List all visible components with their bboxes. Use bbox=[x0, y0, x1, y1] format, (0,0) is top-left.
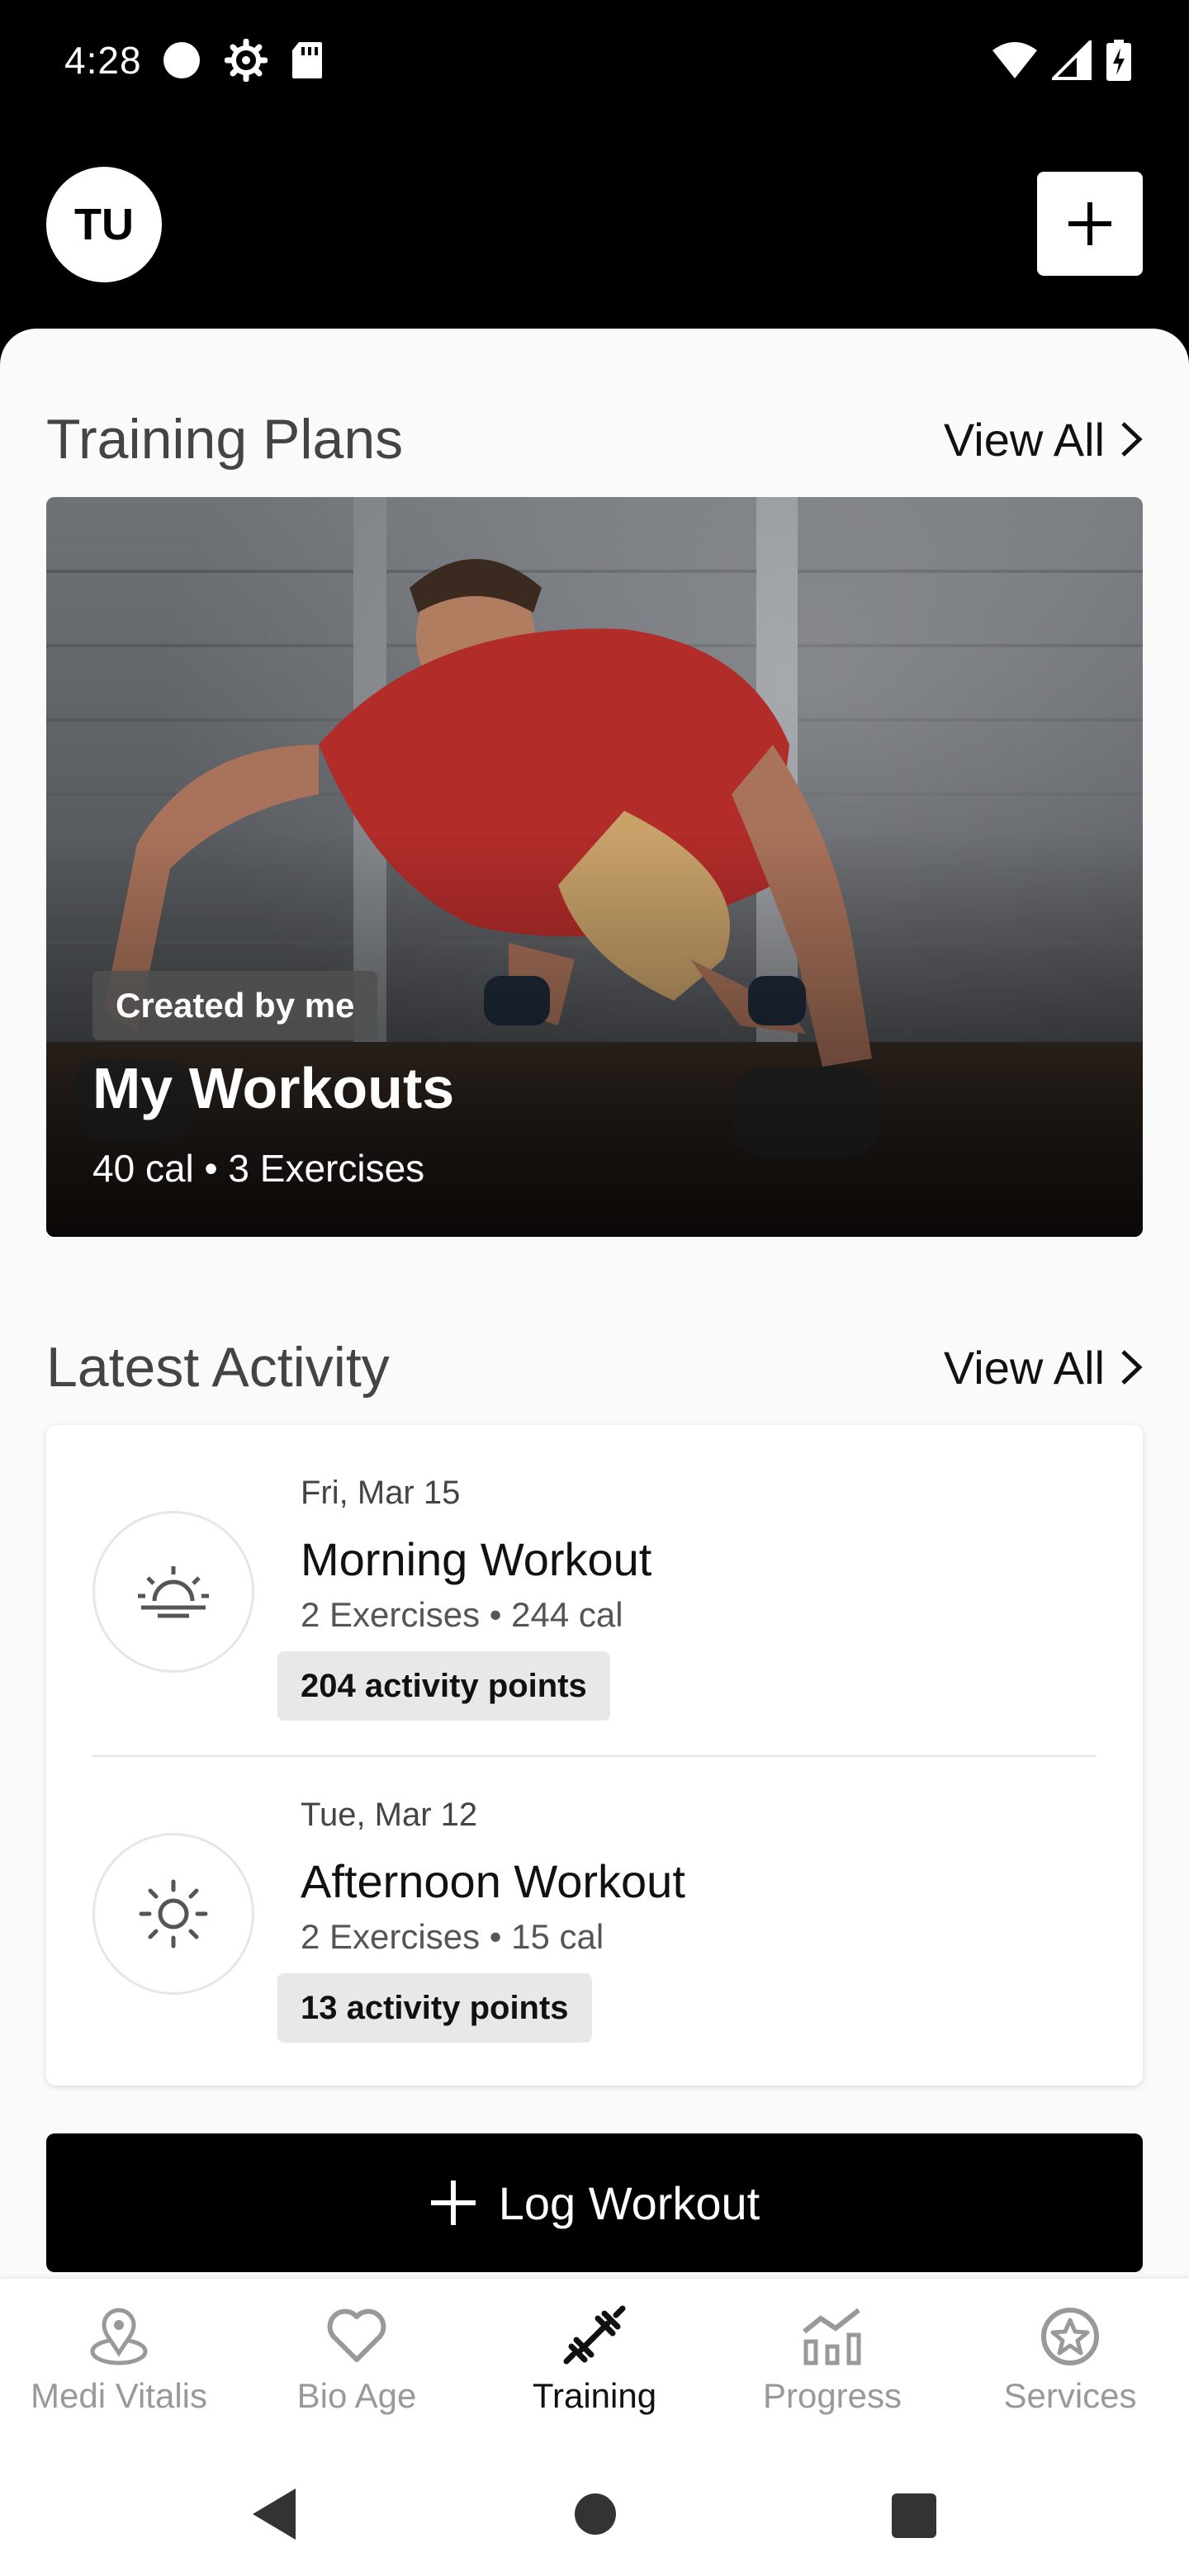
status-notification-icons bbox=[162, 38, 324, 83]
bottom-navigation: Medi Vitalis Bio Age Training Progress S… bbox=[0, 2279, 1189, 2444]
add-button[interactable] bbox=[1037, 172, 1143, 276]
log-workout-label: Log Workout bbox=[498, 2176, 760, 2229]
home-icon[interactable] bbox=[575, 2493, 616, 2535]
battery-charging-icon bbox=[1106, 40, 1131, 81]
status-time: 4:28 bbox=[64, 39, 142, 82]
nav-label: Training bbox=[532, 2376, 657, 2415]
sunrise-icon bbox=[92, 1511, 254, 1673]
activity-points-badge: 13 activity points bbox=[277, 1973, 592, 2043]
plan-tag: Created by me bbox=[92, 971, 378, 1040]
nav-label: Medi Vitalis bbox=[31, 2376, 207, 2415]
plan-meta: 40 cal • 3 Exercises bbox=[92, 1147, 425, 1190]
sd-card-icon bbox=[292, 42, 322, 78]
activity-title: Afternoon Workout bbox=[301, 1855, 685, 1907]
status-bar: 4:28 bbox=[0, 0, 1189, 124]
log-workout-button[interactable]: Log Workout bbox=[46, 2133, 1143, 2272]
nav-item-bio-age[interactable]: Bio Age bbox=[238, 2279, 476, 2444]
workout-photo bbox=[46, 497, 1143, 1237]
avatar[interactable]: TU bbox=[46, 167, 162, 282]
section-title: Training Plans bbox=[46, 408, 404, 471]
nav-item-services[interactable]: Services bbox=[951, 2279, 1189, 2444]
nav-item-medi-vitalis[interactable]: Medi Vitalis bbox=[0, 2279, 238, 2444]
status-system-icons bbox=[991, 38, 1131, 83]
activity-item[interactable]: Fri, Mar 15 Morning Workout 2 Exercises … bbox=[46, 1425, 1143, 1747]
recents-icon[interactable] bbox=[892, 2493, 936, 2538]
system-navigation-bar bbox=[0, 2444, 1189, 2576]
content-sheet: Training Plans View All Created by me My… bbox=[0, 329, 1189, 2279]
latest-activity-header: Latest Activity View All bbox=[46, 1334, 1143, 1400]
signal-icon bbox=[1052, 40, 1092, 80]
settings-gear-icon bbox=[225, 39, 268, 82]
nav-item-progress[interactable]: Progress bbox=[713, 2279, 951, 2444]
chevron-right-icon bbox=[1121, 422, 1143, 457]
heart-icon bbox=[327, 2308, 386, 2362]
activity-date: Fri, Mar 15 bbox=[301, 1475, 461, 1511]
view-all-label: View All bbox=[943, 413, 1105, 466]
activity-meta: 2 Exercises • 244 cal bbox=[301, 1595, 623, 1634]
activity-meta: 2 Exercises • 15 cal bbox=[301, 1917, 604, 1956]
activity-title: Morning Workout bbox=[301, 1533, 652, 1585]
nav-label: Services bbox=[1003, 2376, 1137, 2415]
chevron-right-icon bbox=[1121, 1350, 1143, 1385]
star-badge-icon bbox=[1041, 2308, 1099, 2365]
plus-icon bbox=[1068, 202, 1111, 245]
back-icon[interactable] bbox=[251, 2487, 297, 2541]
view-all-activity-link[interactable]: View All bbox=[944, 1341, 1143, 1395]
activity-points-badge: 204 activity points bbox=[277, 1651, 610, 1721]
location-pin-icon bbox=[90, 2308, 148, 2365]
plan-name: My Workouts bbox=[92, 1056, 455, 1120]
sun-icon bbox=[92, 1833, 254, 1995]
nav-item-training[interactable]: Training bbox=[476, 2279, 713, 2444]
activity-item[interactable]: Tue, Mar 12 Afternoon Workout 2 Exercise… bbox=[46, 1749, 1143, 2071]
view-all-label: View All bbox=[943, 1341, 1105, 1394]
chart-icon bbox=[803, 2308, 861, 2365]
nav-label: Bio Age bbox=[296, 2376, 417, 2415]
activity-list-card: Fri, Mar 15 Morning Workout 2 Exercises … bbox=[46, 1425, 1143, 2086]
app-header: TU bbox=[0, 124, 1189, 330]
training-plans-header: Training Plans View All bbox=[46, 406, 1143, 472]
dumbbell-icon bbox=[563, 2305, 626, 2365]
view-all-plans-link[interactable]: View All bbox=[944, 413, 1143, 466]
section-title: Latest Activity bbox=[46, 1336, 390, 1399]
training-plan-card[interactable]: Created by me My Workouts 40 cal • 3 Exe… bbox=[46, 497, 1143, 1237]
nav-label: Progress bbox=[762, 2376, 902, 2415]
wifi-icon bbox=[992, 42, 1037, 78]
activity-date: Tue, Mar 12 bbox=[301, 1797, 478, 1833]
plus-icon bbox=[430, 2181, 476, 2225]
record-dot-icon bbox=[163, 42, 200, 78]
